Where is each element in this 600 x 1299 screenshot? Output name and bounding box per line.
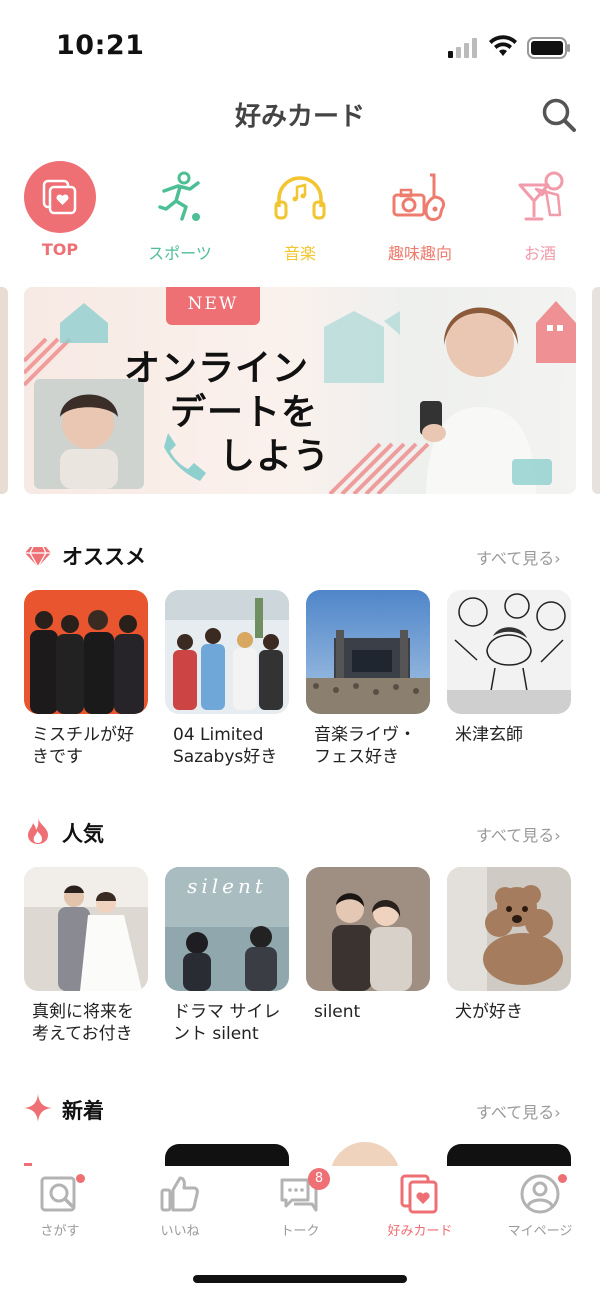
card-popular-1[interactable]: 真剣に将来を考えてお付き [24,867,148,1045]
card-image [165,590,289,714]
card-label: 真剣に将来を考えてお付き [32,1002,134,1044]
card-image [306,590,430,714]
card-popular-3[interactable]: silent [306,867,430,1023]
chevron-right-icon: › [554,826,561,845]
cocktail-icon [518,171,564,221]
category-label: TOP [41,240,79,259]
chevron-right-icon: › [554,1103,561,1122]
banner-headline-line-3: しよう [219,436,331,477]
search-icon[interactable] [540,96,578,134]
card-popular-4[interactable]: 犬が好き [447,867,571,1023]
flame-icon [28,818,48,844]
card-recommended-4[interactable]: 米津玄師 [447,590,571,746]
see-all-label: すべて見る [476,1103,555,1122]
tab-likes[interactable]: いいね [120,1172,240,1239]
card-label: ミスチルが好きです [32,725,134,767]
svg-text:silent: silent [187,874,267,898]
card-image: silent [165,867,289,991]
category-music[interactable]: 音楽 [245,160,355,264]
card-label: silent [314,1002,361,1022]
tab-label: さがす [40,1224,80,1239]
search-tab-icon [38,1172,85,1216]
card-label: ドラマ サイレント silent [173,1002,281,1044]
gem-icon [25,546,51,569]
chevron-right-icon: › [554,549,561,568]
see-all-label: すべて見る [476,549,555,568]
battery-icon [527,37,570,59]
card-image [447,867,571,991]
status-time: 10:21 [56,30,145,61]
tab-label: トーク [280,1224,320,1239]
tab-talk[interactable]: 8 トーク [240,1168,360,1239]
section-title-new: 新着 [62,1099,104,1123]
see-all-recommended[interactable]: すべて見る› [476,545,561,569]
see-all-popular[interactable]: すべて見る› [476,822,561,846]
banner-peek-right[interactable] [592,287,600,494]
tab-label: マイページ [507,1224,573,1239]
card-label: 米津玄師 [455,725,523,745]
category-label: スポーツ [148,244,212,263]
camera-guitar-icon [392,173,446,221]
cards-heart-icon [398,1172,442,1216]
category-hobby[interactable]: 趣味趣向 [365,160,475,264]
cards-heart-icon [24,161,96,233]
section-title-popular: 人気 [62,822,104,846]
see-all-new[interactable]: すべて見る› [476,1099,561,1123]
category-top[interactable]: TOP [5,160,115,259]
card-label: 犬が好き [455,1002,523,1022]
card-label: 音楽ライヴ・フェス好き [314,725,416,767]
section-title-recommended: オススメ [62,545,146,569]
new-badge: NEW [166,287,260,325]
notification-dot [558,1174,567,1183]
wifi-icon [489,35,517,56]
banner-peek-left[interactable] [0,287,8,494]
headphones-icon [274,176,326,220]
online-date-banner[interactable]: NEW オンライン デートを しよう [24,287,576,494]
card-recommended-2[interactable]: 04 Limited Sazabys好き [165,590,289,768]
thumbs-up-icon [158,1172,202,1216]
category-label: 趣味趣向 [387,244,452,263]
soccer-player-icon [158,171,200,221]
card-image [447,590,571,714]
page-title: 好みカード [234,102,365,132]
card-label: 04 Limited Sazabys好き [173,725,278,767]
category-sports[interactable]: スポーツ [125,160,235,264]
tab-search[interactable]: さがす [0,1172,120,1239]
tab-label: 好みカード [387,1224,453,1239]
card-image [306,867,430,991]
notification-dot [76,1174,85,1183]
cellular-signal-icon [448,38,477,58]
tab-mypage[interactable]: マイページ [480,1172,600,1239]
see-all-label: すべて見る [476,826,555,845]
sparkle-icon [24,1094,52,1122]
chat-bubbles-icon: 8 [278,1168,330,1216]
card-image [24,867,148,991]
card-image [24,590,148,714]
card-recommended-3[interactable]: 音楽ライヴ・フェス好き [306,590,430,768]
tab-label: いいね [160,1224,200,1239]
category-label: お酒 [523,244,556,263]
home-indicator[interactable] [193,1275,407,1283]
card-recommended-1[interactable]: ミスチルが好きです [24,590,148,768]
tab-favorite-cards[interactable]: 好みカード [360,1172,480,1239]
category-label: 音楽 [283,244,316,263]
unread-badge: 8 [308,1168,330,1190]
category-alcohol[interactable]: お酒 [485,160,595,264]
user-profile-icon [518,1172,567,1216]
card-popular-2[interactable]: silent ドラマ サイレント silent [165,867,289,1045]
